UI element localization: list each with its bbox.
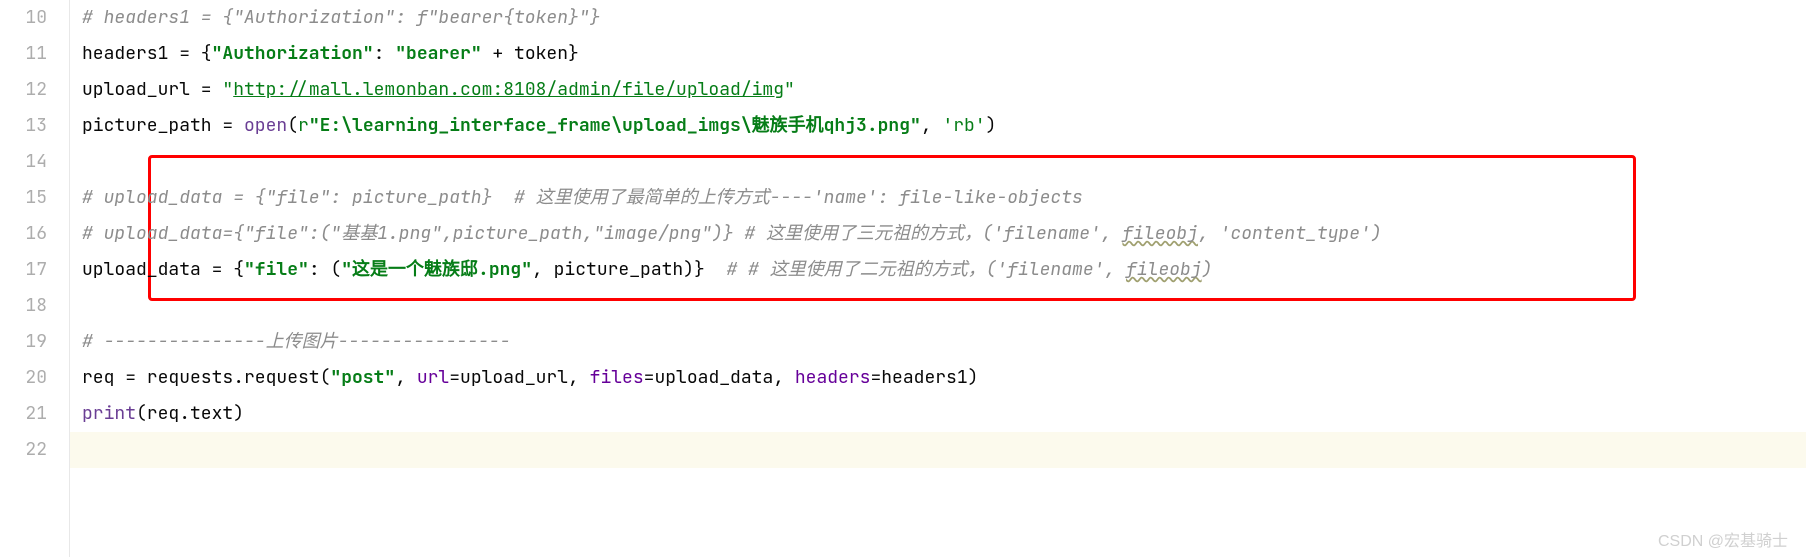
code-line[interactable]: # upload_data={"file":("基基1.png",picture… — [70, 216, 1806, 252]
code-token: =upload_data, — [644, 366, 795, 389]
line-number: 14 — [0, 144, 47, 180]
code-line[interactable] — [70, 144, 1806, 180]
code-token: "post" — [330, 366, 395, 389]
line-number: 19 — [0, 324, 47, 360]
code-token: ) — [1202, 258, 1213, 281]
line-number: 18 — [0, 288, 47, 324]
code-token: # ---------------上传图片---------------- — [82, 330, 510, 353]
line-number: 20 — [0, 360, 47, 396]
code-token: "这是一个魅族邸.png" — [341, 258, 532, 281]
code-line[interactable]: print(req.text) — [70, 396, 1806, 432]
code-line[interactable]: upload_url = "http://mall.lemonban.com:8… — [70, 72, 1806, 108]
code-token: , picture_path)} — [532, 258, 726, 281]
line-number: 22 — [0, 432, 47, 468]
code-token: "bearer" — [395, 42, 481, 65]
code-token: fileobj — [1122, 222, 1198, 245]
code-token: =upload_url, — [449, 366, 589, 389]
code-token: "Authorization" — [212, 42, 374, 65]
code-token: (req.text) — [136, 402, 244, 425]
code-editor[interactable]: 10111213141516171819202122 # headers1 = … — [0, 0, 1806, 557]
code-token: http://mall.lemonban.com:8108/admin/file… — [233, 78, 784, 101]
code-token: # upload_data={"file":("基基1.png",picture… — [82, 222, 1122, 245]
line-number: 15 — [0, 180, 47, 216]
code-line[interactable] — [70, 288, 1806, 324]
code-token: upload_data = { — [82, 258, 244, 281]
code-token: ) — [986, 114, 997, 137]
code-token: r — [298, 114, 309, 137]
code-line[interactable]: headers1 = {"Authorization": "bearer" + … — [70, 36, 1806, 72]
code-token: : — [374, 42, 396, 65]
line-number: 16 — [0, 216, 47, 252]
code-token: 'rb' — [942, 114, 985, 137]
code-token: print — [82, 402, 136, 425]
code-token: " — [222, 78, 233, 101]
code-token: req = requests.request( — [82, 366, 330, 389]
code-token: # headers1 = {"Authorization": f"bearer{… — [82, 6, 600, 29]
code-token: "file" — [244, 258, 309, 281]
code-token: files — [590, 366, 644, 389]
code-token: " — [784, 78, 795, 101]
code-token: url — [417, 366, 449, 389]
line-number: 10 — [0, 0, 47, 36]
code-line[interactable]: # ---------------上传图片---------------- — [70, 324, 1806, 360]
line-gutter: 10111213141516171819202122 — [0, 0, 70, 557]
code-token: , 'content_type') — [1198, 222, 1382, 245]
code-token: : ( — [309, 258, 341, 281]
code-line[interactable]: upload_data = {"file": ("这是一个魅族邸.png", p… — [70, 252, 1806, 288]
code-area[interactable]: # headers1 = {"Authorization": f"bearer{… — [70, 0, 1806, 557]
code-line[interactable] — [70, 432, 1806, 468]
code-line[interactable]: # upload_data = {"file": picture_path} #… — [70, 180, 1806, 216]
line-number: 13 — [0, 108, 47, 144]
code-line[interactable]: picture_path = open(r"E:\learning_interf… — [70, 108, 1806, 144]
code-line[interactable]: # headers1 = {"Authorization": f"bearer{… — [70, 0, 1806, 36]
code-token: fileobj — [1126, 258, 1202, 281]
code-token: upload_url = — [82, 78, 222, 101]
code-token: # upload_data = {"file": picture_path} #… — [82, 186, 1083, 209]
code-token: + token} — [482, 42, 579, 65]
code-line[interactable]: req = requests.request("post", url=uploa… — [70, 360, 1806, 396]
line-number: 12 — [0, 72, 47, 108]
code-token: =headers1) — [870, 366, 978, 389]
code-token: # # 这里使用了二元祖的方式，('filename', — [726, 258, 1126, 281]
line-number: 21 — [0, 396, 47, 432]
code-token: headers1 = { — [82, 42, 212, 65]
line-number: 11 — [0, 36, 47, 72]
code-token: , — [395, 366, 417, 389]
code-token: open — [244, 114, 287, 137]
watermark: CSDN @宏基骑士 — [1658, 527, 1788, 551]
code-token: ( — [287, 114, 298, 137]
code-token: picture_path = — [82, 114, 244, 137]
line-number: 17 — [0, 252, 47, 288]
code-token: headers — [795, 366, 871, 389]
code-token: "E:\learning_interface_frame\upload_imgs… — [309, 114, 921, 137]
code-token: , — [921, 114, 943, 137]
